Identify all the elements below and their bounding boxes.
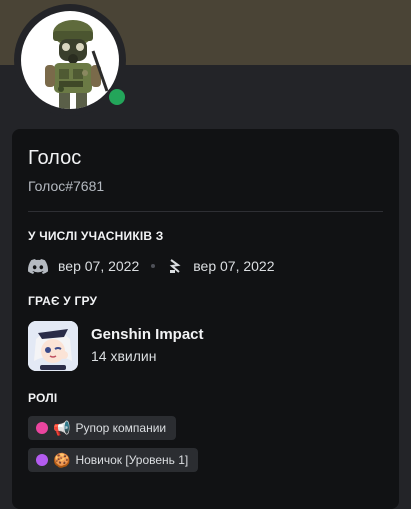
avatar[interactable] [21,11,119,109]
activity-title: ГРАЄ У ГРУ [28,294,98,308]
discord-logo-icon [28,258,48,274]
discord-join-date: вер 07, 2022 [58,258,140,274]
status-dot-fill [109,89,125,105]
role-name: Новичок [Уровень 1] [75,453,189,467]
role-pill[interactable]: 📢 Рупор компании [28,416,177,440]
soldier-avatar-icon [45,20,109,109]
roles-title: РОЛІ [28,391,58,405]
game-name: Genshin Impact [91,326,204,343]
role-pill[interactable]: 🍪 Новичок [Уровень 1] [28,448,199,472]
member-since-row: вер 07, 2022 вер 07, 2022 [28,256,275,276]
role-name: Рупор компании [75,421,167,435]
display-name: Голос [28,147,82,169]
role-color-dot [36,454,48,466]
username[interactable]: Голос#7681 [28,178,104,194]
role-color-dot [36,422,48,434]
member-since-title: У ЧИСЛІ УЧАСНИКІВ З [28,229,164,243]
online-status-indicator [106,86,128,108]
server-join-date: вер 07, 2022 [193,258,275,274]
game-icon [28,321,78,371]
server-icon [168,258,183,274]
genshin-paimon-icon [28,321,78,371]
profile-card: Голос Голос#7681 У ЧИСЛІ УЧАСНИКІВ З вер… [12,129,399,509]
megaphone-icon: 📢 [53,420,71,436]
avatar-frame [14,4,128,116]
cookie-icon: 🍪 [53,452,71,468]
divider [28,211,383,212]
game-elapsed-time: 14 хвилин [91,348,157,364]
date-separator [151,264,156,268]
